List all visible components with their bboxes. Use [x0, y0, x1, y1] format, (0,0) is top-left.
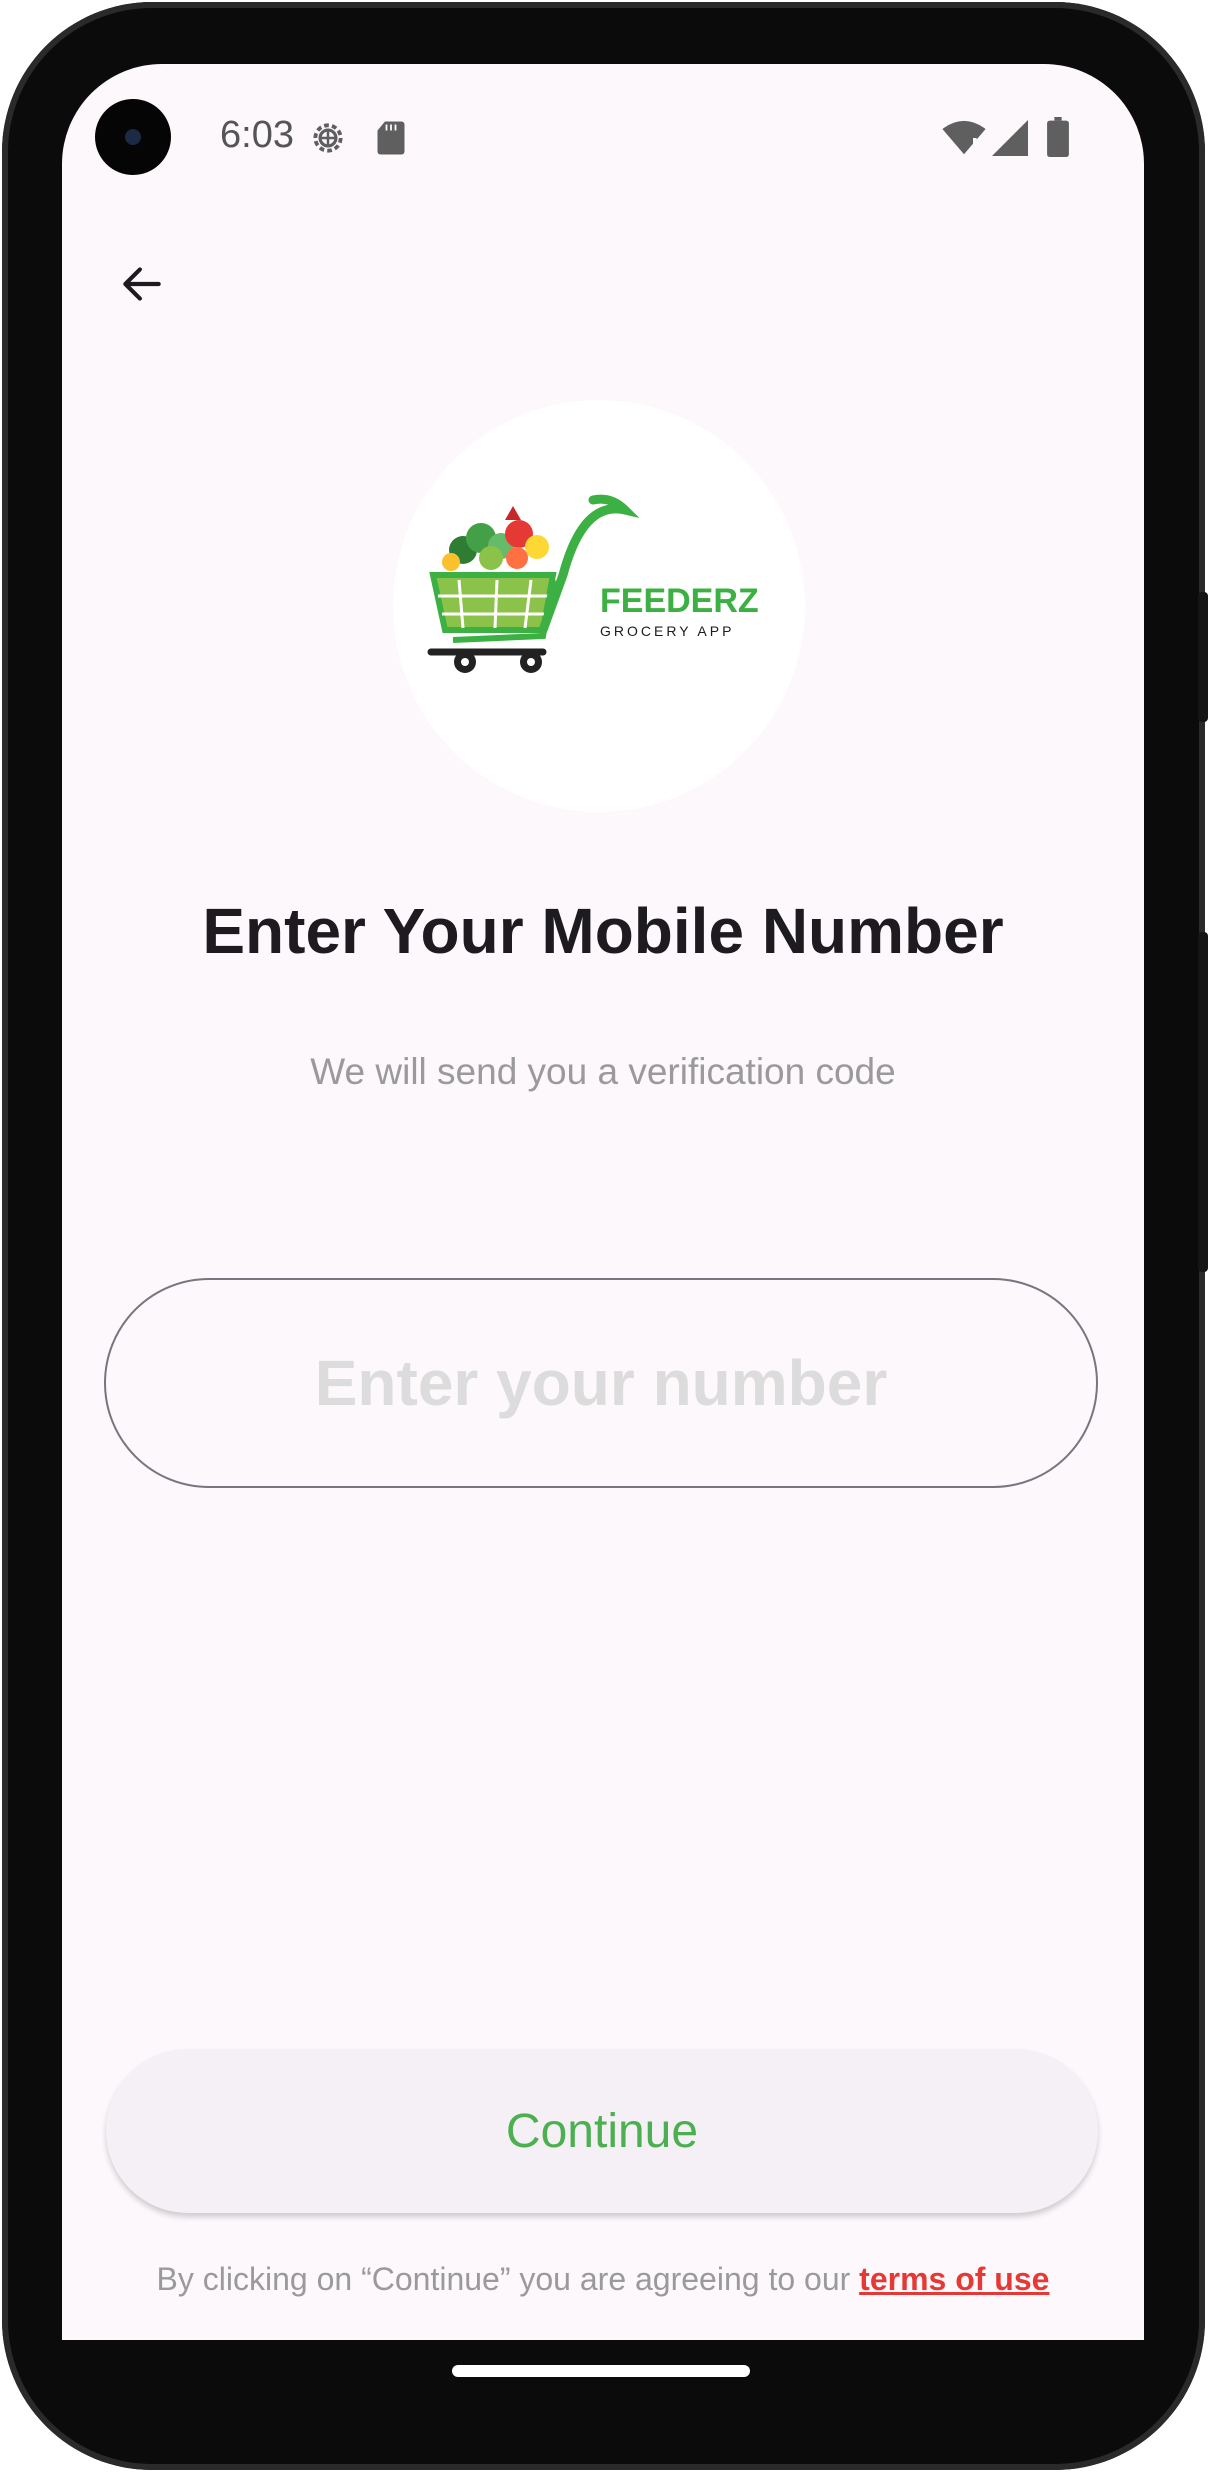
feederz-logo: FEEDERZ GROCERY APP: [427, 494, 759, 673]
settings-icon: [313, 123, 343, 153]
terms-notice: By clicking on “Continue” you are agreei…: [62, 2261, 1144, 2298]
terms-of-use-link[interactable]: terms of use: [859, 2261, 1049, 2297]
arrow-back-icon: [123, 267, 161, 301]
phone-number-input[interactable]: [104, 1278, 1098, 1488]
home-gesture-bar[interactable]: [452, 2365, 750, 2377]
front-camera: [95, 99, 171, 175]
back-button[interactable]: [102, 244, 182, 324]
battery-icon: [1047, 117, 1069, 157]
sd-card-icon: [377, 121, 405, 155]
power-button: [1198, 592, 1208, 722]
page-title: Enter Your Mobile Number: [202, 895, 1004, 967]
signal-icon: [992, 120, 1028, 156]
status-time: 6:03: [220, 114, 294, 156]
terms-prefix: By clicking on “Continue” you are agreei…: [156, 2261, 860, 2297]
volume-button: [1198, 932, 1208, 1272]
device-frame: 6:03 FEEDERZ GROCERY APP Enter Your Mobi…: [2, 2, 1208, 2470]
logo-badge: FEEDERZ GROCERY APP: [393, 400, 805, 812]
continue-button[interactable]: Continue: [106, 2049, 1098, 2213]
logo-name: FEEDERZ: [600, 582, 759, 620]
app-screen: 6:03 FEEDERZ GROCERY APP Enter Your Mobi…: [62, 64, 1144, 2340]
page-subtitle: We will send you a verification code: [310, 1051, 896, 1092]
wifi-icon: [942, 120, 986, 155]
logo-tagline: GROCERY APP: [600, 623, 734, 639]
